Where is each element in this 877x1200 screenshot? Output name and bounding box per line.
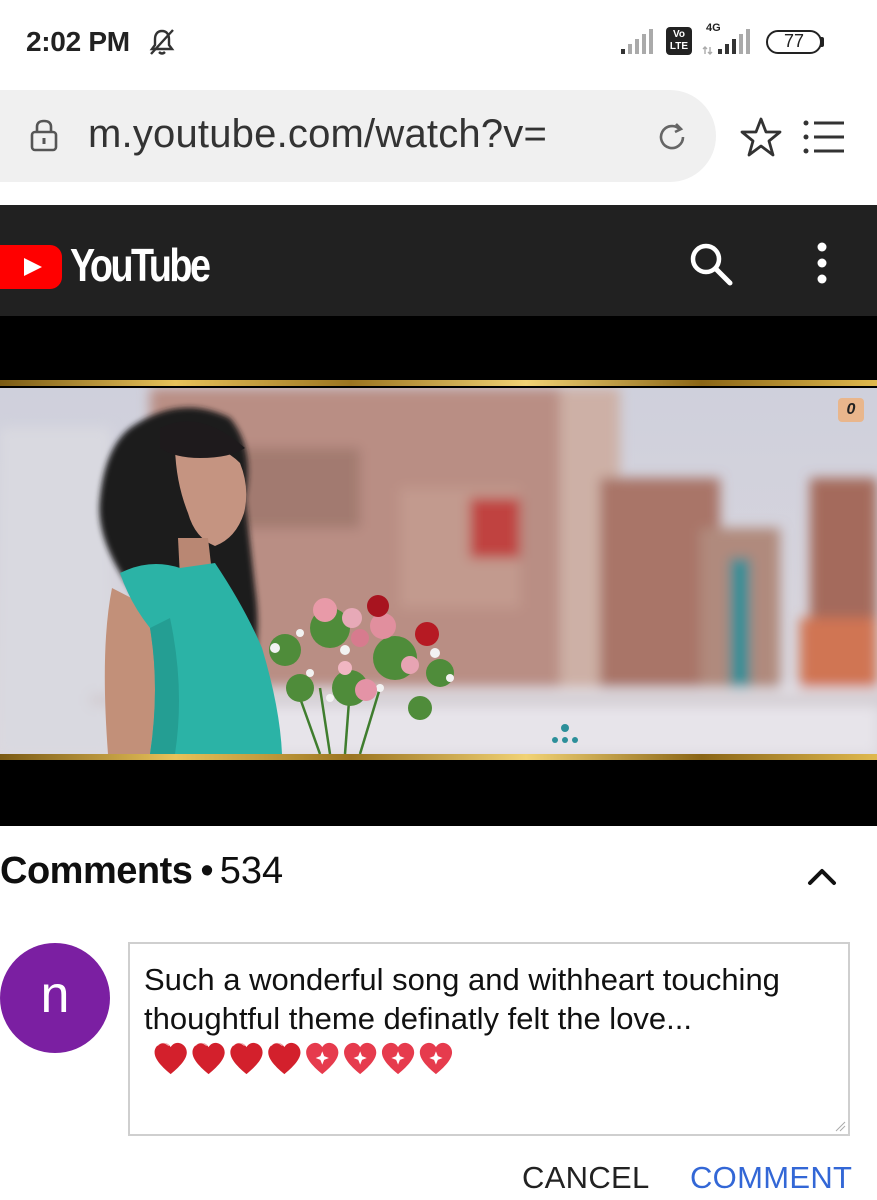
comments-header: Comments • 534 xyxy=(0,850,283,893)
comments-separator: • xyxy=(200,850,214,892)
lock-icon[interactable] xyxy=(28,118,60,152)
youtube-header: YouTube xyxy=(0,205,877,316)
reload-icon[interactable] xyxy=(655,120,689,154)
video-frame xyxy=(0,388,877,754)
video-frame-border-top xyxy=(0,380,877,386)
red-heart-icon xyxy=(192,1042,225,1075)
youtube-logo-icon[interactable] xyxy=(0,245,64,289)
battery-indicator: 77 xyxy=(766,30,822,54)
signal-4g-icon xyxy=(702,29,750,55)
chevron-up-icon[interactable] xyxy=(806,862,838,888)
comment-draft-text[interactable]: Such a wonderful song and withheart touc… xyxy=(144,960,834,1038)
red-heart-icon xyxy=(268,1042,301,1075)
red-heart-icon xyxy=(154,1042,187,1075)
search-icon[interactable] xyxy=(688,241,734,287)
sparkling-heart-icon xyxy=(381,1042,415,1075)
sparkling-heart-icon xyxy=(419,1042,453,1075)
comments-count: 534 xyxy=(219,850,284,892)
bookmark-star-icon[interactable] xyxy=(740,116,782,158)
more-options-icon[interactable] xyxy=(808,241,836,285)
resize-grip-icon[interactable] xyxy=(834,1120,846,1132)
vibrate-off-icon xyxy=(149,29,175,55)
video-frame-border-bottom xyxy=(0,754,877,760)
signal-icon xyxy=(621,29,653,54)
video-thumbnail-image xyxy=(0,388,877,754)
url-text[interactable]: m.youtube.com/watch?v= xyxy=(88,112,547,157)
youtube-wordmark[interactable]: YouTube xyxy=(70,238,211,292)
volte-badge: Vo LTE xyxy=(666,27,692,55)
emoji-hearts xyxy=(154,1042,453,1075)
status-bar: 2:02 PM Vo LTE 4G 77 xyxy=(0,0,877,82)
red-heart-icon xyxy=(230,1042,263,1075)
sparkling-heart-icon xyxy=(306,1042,339,1075)
channel-watermark-badge: 0 xyxy=(838,398,864,422)
comment-input[interactable]: Such a wonderful song and withheart touc… xyxy=(128,942,850,1136)
address-bar[interactable]: m.youtube.com/watch?v= xyxy=(0,90,716,182)
sparkling-heart-icon xyxy=(344,1042,377,1075)
browser-menu-icon[interactable] xyxy=(802,118,846,156)
cancel-button[interactable]: CANCEL xyxy=(522,1160,650,1196)
comment-submit-button[interactable]: COMMENT xyxy=(690,1160,852,1196)
status-time: 2:02 PM xyxy=(26,26,130,57)
comments-label: Comments xyxy=(0,850,193,892)
avatar[interactable]: n xyxy=(0,943,110,1053)
video-player[interactable]: 0 xyxy=(0,316,877,826)
battery-tip xyxy=(820,37,824,47)
